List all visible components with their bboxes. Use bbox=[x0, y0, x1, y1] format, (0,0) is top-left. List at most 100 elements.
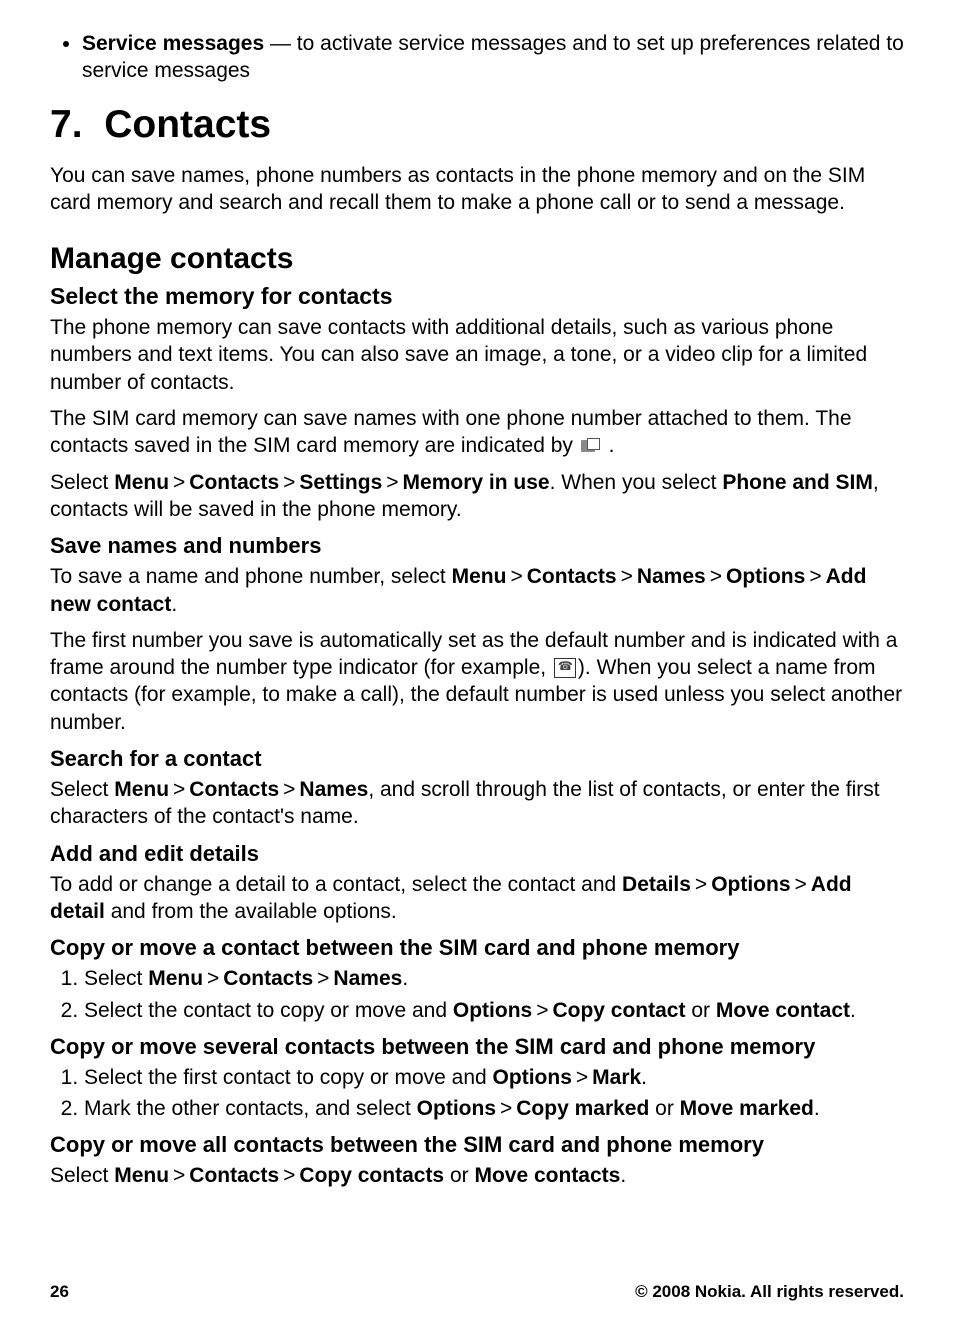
save-names-heading: Save names and numbers bbox=[50, 533, 904, 559]
menu-label: Memory in use bbox=[403, 471, 550, 494]
menu-label: Menu bbox=[114, 471, 169, 494]
menu-label: Options bbox=[417, 1097, 496, 1120]
phone-type-icon bbox=[554, 658, 576, 678]
text: or bbox=[649, 1097, 679, 1120]
intro-paragraph: You can save names, phone numbers as con… bbox=[50, 162, 904, 217]
chevron-icon: > bbox=[173, 471, 185, 494]
menu-label: Names bbox=[333, 967, 402, 990]
menu-label: Options bbox=[453, 999, 532, 1022]
menu-label: Contacts bbox=[189, 778, 279, 801]
text: Select bbox=[50, 778, 114, 801]
menu-label: Menu bbox=[114, 778, 169, 801]
chevron-icon: > bbox=[576, 1066, 588, 1089]
copy-several-list: Select the first contact to copy or move… bbox=[50, 1064, 904, 1123]
text: . bbox=[603, 434, 615, 457]
text: Select bbox=[84, 967, 148, 990]
page-footer: 26 © 2008 Nokia. All rights reserved. bbox=[50, 1282, 904, 1302]
text: . bbox=[620, 1164, 626, 1187]
menu-label: Menu bbox=[114, 1164, 169, 1187]
chevron-icon: > bbox=[621, 565, 633, 588]
menu-label: Details bbox=[622, 873, 691, 896]
service-messages-title: Service messages bbox=[82, 32, 264, 55]
menu-label: Settings bbox=[299, 471, 382, 494]
menu-label: Contacts bbox=[223, 967, 313, 990]
menu-label: Move marked bbox=[680, 1097, 814, 1120]
menu-label: Copy contact bbox=[552, 999, 685, 1022]
text: Select the first contact to copy or move… bbox=[84, 1066, 493, 1089]
text: . bbox=[641, 1066, 647, 1089]
text: and from the available options. bbox=[105, 900, 397, 923]
copy-several-heading: Copy or move several contacts between th… bbox=[50, 1034, 904, 1060]
copy-one-step1: Select Menu>Contacts>Names. bbox=[84, 965, 904, 992]
menu-label: Contacts bbox=[189, 1164, 279, 1187]
text: . bbox=[814, 1097, 820, 1120]
text: . When you select bbox=[550, 471, 723, 494]
text: Select bbox=[50, 1164, 114, 1187]
menu-label: Options bbox=[711, 873, 790, 896]
menu-label: Mark bbox=[592, 1066, 641, 1089]
chevron-icon: > bbox=[510, 565, 522, 588]
chevron-icon: > bbox=[386, 471, 398, 494]
text: . bbox=[850, 999, 856, 1022]
text: or bbox=[444, 1164, 474, 1187]
chevron-icon: > bbox=[500, 1097, 512, 1120]
chevron-icon: > bbox=[536, 999, 548, 1022]
menu-label: Contacts bbox=[527, 565, 617, 588]
menu-label: Move contacts bbox=[474, 1164, 620, 1187]
text: . bbox=[171, 593, 177, 616]
chapter-number: 7. bbox=[50, 103, 83, 146]
text: Mark the other contacts, and select bbox=[84, 1097, 417, 1120]
text: The SIM card memory can save names with … bbox=[50, 407, 852, 457]
chevron-icon: > bbox=[317, 967, 329, 990]
chevron-icon: > bbox=[283, 778, 295, 801]
chevron-icon: > bbox=[795, 873, 807, 896]
save-names-p2: The first number you save is automatical… bbox=[50, 627, 904, 736]
chevron-icon: > bbox=[207, 967, 219, 990]
text: . bbox=[402, 967, 408, 990]
text: To save a name and phone number, select bbox=[50, 565, 452, 588]
text: Select the contact to copy or move and bbox=[84, 999, 453, 1022]
search-p: Select Menu>Contacts>Names, and scroll t… bbox=[50, 776, 904, 831]
copyright: © 2008 Nokia. All rights reserved. bbox=[635, 1282, 904, 1302]
service-messages-item: Service messages — to activate service m… bbox=[82, 30, 904, 85]
chapter-heading: 7. Contacts bbox=[50, 103, 904, 147]
menu-label: Menu bbox=[148, 967, 203, 990]
text: To add or change a detail to a contact, … bbox=[50, 873, 622, 896]
add-edit-p: To add or change a detail to a contact, … bbox=[50, 871, 904, 926]
menu-label: Copy contacts bbox=[299, 1164, 444, 1187]
service-messages-list: Service messages — to activate service m… bbox=[50, 30, 904, 85]
menu-label: Options bbox=[726, 565, 805, 588]
menu-label: Names bbox=[637, 565, 706, 588]
text: or bbox=[685, 999, 715, 1022]
menu-label: Move contact bbox=[716, 999, 850, 1022]
copy-all-p: Select Menu>Contacts>Copy contacts or Mo… bbox=[50, 1162, 904, 1189]
chevron-icon: > bbox=[173, 1164, 185, 1187]
select-memory-p1: The phone memory can save contacts with … bbox=[50, 314, 904, 396]
add-edit-heading: Add and edit details bbox=[50, 841, 904, 867]
copy-all-heading: Copy or move all contacts between the SI… bbox=[50, 1132, 904, 1158]
sim-card-icon bbox=[581, 436, 601, 454]
page-number: 26 bbox=[50, 1282, 69, 1302]
menu-label: Copy marked bbox=[516, 1097, 649, 1120]
menu-label: Phone and SIM bbox=[722, 471, 873, 494]
copy-one-list: Select Menu>Contacts>Names. Select the c… bbox=[50, 965, 904, 1024]
save-names-p1: To save a name and phone number, select … bbox=[50, 563, 904, 618]
chevron-icon: > bbox=[710, 565, 722, 588]
menu-label: Options bbox=[493, 1066, 572, 1089]
chapter-title: Contacts bbox=[104, 103, 271, 146]
chevron-icon: > bbox=[173, 778, 185, 801]
chevron-icon: > bbox=[283, 1164, 295, 1187]
text: Select bbox=[50, 471, 114, 494]
select-memory-heading: Select the memory for contacts bbox=[50, 283, 904, 310]
select-memory-p3: Select Menu>Contacts>Settings>Memory in … bbox=[50, 469, 904, 524]
menu-label: Menu bbox=[452, 565, 507, 588]
select-memory-p2: The SIM card memory can save names with … bbox=[50, 405, 904, 460]
search-heading: Search for a contact bbox=[50, 746, 904, 772]
copy-several-step2: Mark the other contacts, and select Opti… bbox=[84, 1095, 904, 1122]
chevron-icon: > bbox=[695, 873, 707, 896]
menu-label: Names bbox=[299, 778, 368, 801]
menu-label: Contacts bbox=[189, 471, 279, 494]
copy-one-step2: Select the contact to copy or move and O… bbox=[84, 997, 904, 1024]
chevron-icon: > bbox=[809, 565, 821, 588]
copy-one-heading: Copy or move a contact between the SIM c… bbox=[50, 935, 904, 961]
